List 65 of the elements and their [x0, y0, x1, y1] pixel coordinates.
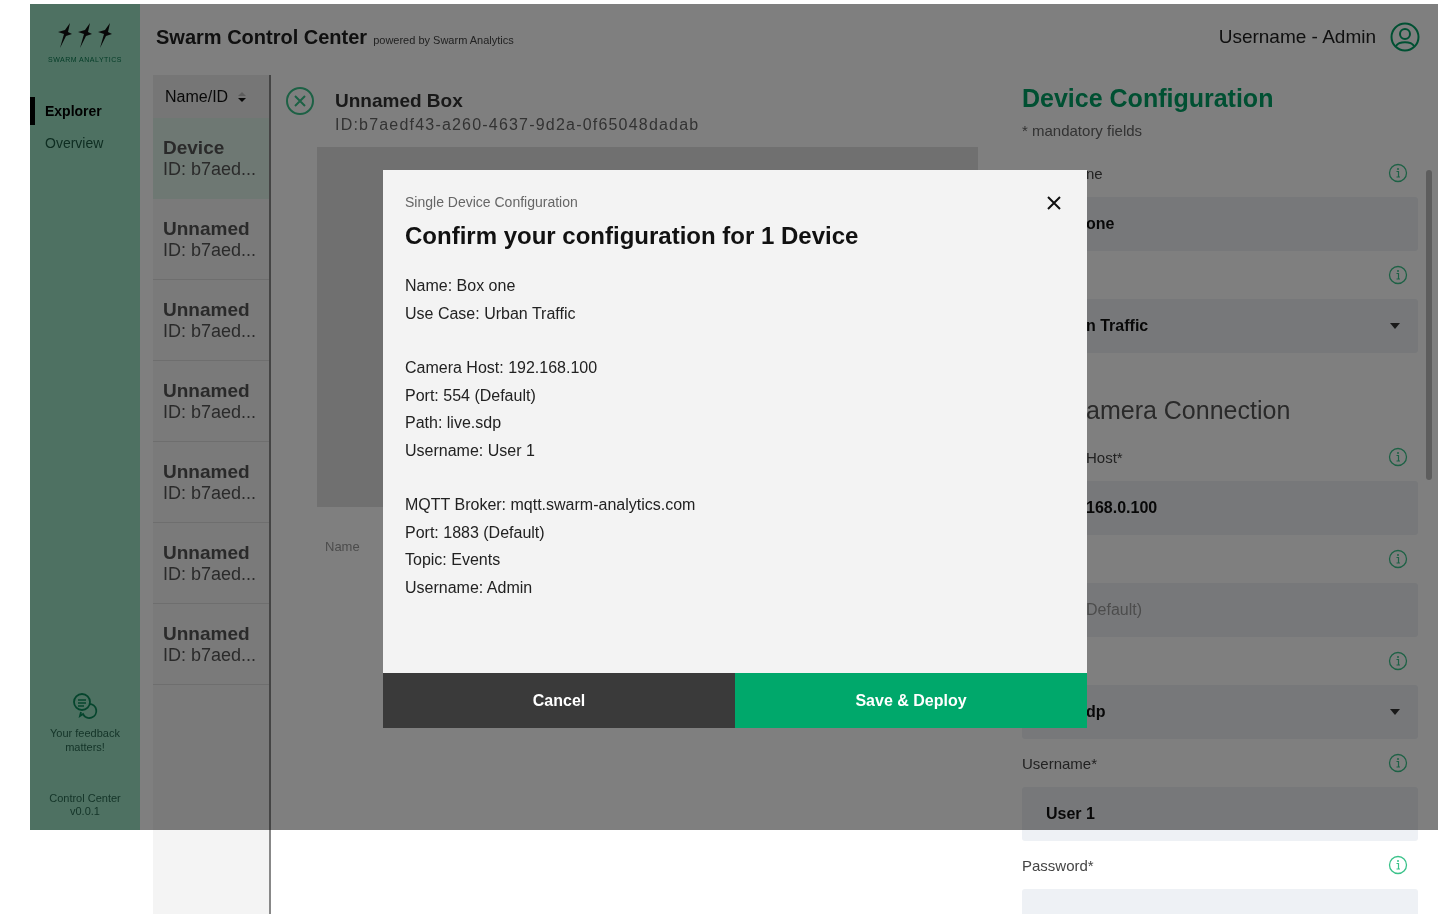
info-icon[interactable]: [1388, 651, 1408, 671]
summary-line: Topic: Events: [405, 550, 502, 570]
device-id: ID: b7aed...: [163, 563, 258, 585]
cancel-button[interactable]: Cancel: [383, 673, 735, 728]
section-heading: amera Connection: [1086, 396, 1291, 426]
summary-line: Use Case: Urban Traffic: [405, 303, 577, 324]
summary-line: Username: Admin: [405, 577, 534, 598]
feedback-link[interactable]: Your feedback matters!: [40, 726, 130, 754]
field-label: ne: [1086, 164, 1103, 182]
sort-icon[interactable]: [238, 90, 247, 103]
app-title: Swarm Control Center: [156, 25, 368, 49]
caret-icon: [1390, 323, 1400, 329]
summary-line: Path: live.sdp: [405, 413, 503, 433]
scrollbar[interactable]: [1426, 170, 1432, 480]
app-name: Control Center: [49, 792, 121, 805]
summary-line: MQTT Broker: mqtt.swarm-analytics.com: [405, 495, 697, 515]
version-text: v0.0.1: [70, 805, 100, 818]
column-header: Name/ID: [165, 87, 229, 106]
device-title: Unnamed Box: [335, 90, 464, 112]
info-icon[interactable]: [1388, 753, 1408, 773]
device-id: ID: b7aed...: [163, 158, 258, 180]
device-list-item[interactable]: Device ID: b7aed...: [153, 118, 269, 199]
dialog-subtitle: Single Device Configuration: [405, 194, 578, 210]
app-subtitle: powered by Swarm Analytics: [373, 34, 514, 46]
mandatory-note: * mandatory fields: [1022, 122, 1144, 139]
summary-line: Name: Box one: [405, 276, 517, 296]
close-circle-icon[interactable]: [285, 86, 315, 116]
device-id: ID: b7aed...: [163, 482, 258, 504]
device-id: ID: b7aed...: [163, 320, 258, 342]
deploy-button[interactable]: Save & Deploy: [735, 673, 1087, 728]
close-icon: [1047, 196, 1061, 210]
close-button[interactable]: [1045, 194, 1063, 212]
nav-item[interactable]: Explorer: [30, 97, 140, 125]
device-id-text: ID:b7aedf43-a260-4637-9d2a-0f65048dadab: [335, 116, 700, 134]
info-icon[interactable]: [1388, 163, 1408, 183]
info-icon[interactable]: [1388, 549, 1408, 569]
dialog-title: Confirm your configuration for 1 Device: [405, 222, 859, 250]
input-field[interactable]: User 1: [1022, 787, 1418, 841]
field-label: Host*: [1086, 448, 1123, 466]
device-name: Unnamed: [163, 379, 251, 402]
caret-icon: [1390, 709, 1400, 715]
device-name: Unnamed: [163, 460, 251, 483]
user-name[interactable]: Username - Admin: [1218, 26, 1376, 48]
summary-line: Port: 1883 (Default): [405, 522, 546, 543]
device-id: ID: b7aed...: [163, 644, 258, 666]
field-label: Username*: [1022, 754, 1098, 772]
list-header[interactable]: Name/ID: [153, 75, 269, 118]
info-icon[interactable]: [1388, 855, 1408, 875]
summary-line: Port: 554 (Default): [405, 385, 537, 406]
device-name: Unnamed: [163, 622, 251, 645]
user-icon[interactable]: [1390, 22, 1420, 52]
form-title: Device Configuration: [1022, 84, 1275, 113]
field-label: Password*: [1022, 856, 1094, 874]
device-name: Unnamed: [163, 217, 251, 240]
info-icon[interactable]: [1388, 447, 1408, 467]
device-id: ID: b7aed...: [163, 401, 258, 423]
chat-bubbles-icon[interactable]: [71, 692, 99, 720]
summary-line: Camera Host: 192.168.100: [405, 358, 599, 378]
device-id: ID: b7aed...: [163, 239, 258, 261]
device-name: Unnamed: [163, 541, 251, 564]
info-icon[interactable]: [1388, 265, 1408, 285]
nav-item[interactable]: Overview: [30, 129, 140, 157]
summary-line: Username: User 1: [405, 440, 536, 461]
device-name: Unnamed: [163, 298, 251, 321]
device-name: Device: [163, 136, 226, 159]
